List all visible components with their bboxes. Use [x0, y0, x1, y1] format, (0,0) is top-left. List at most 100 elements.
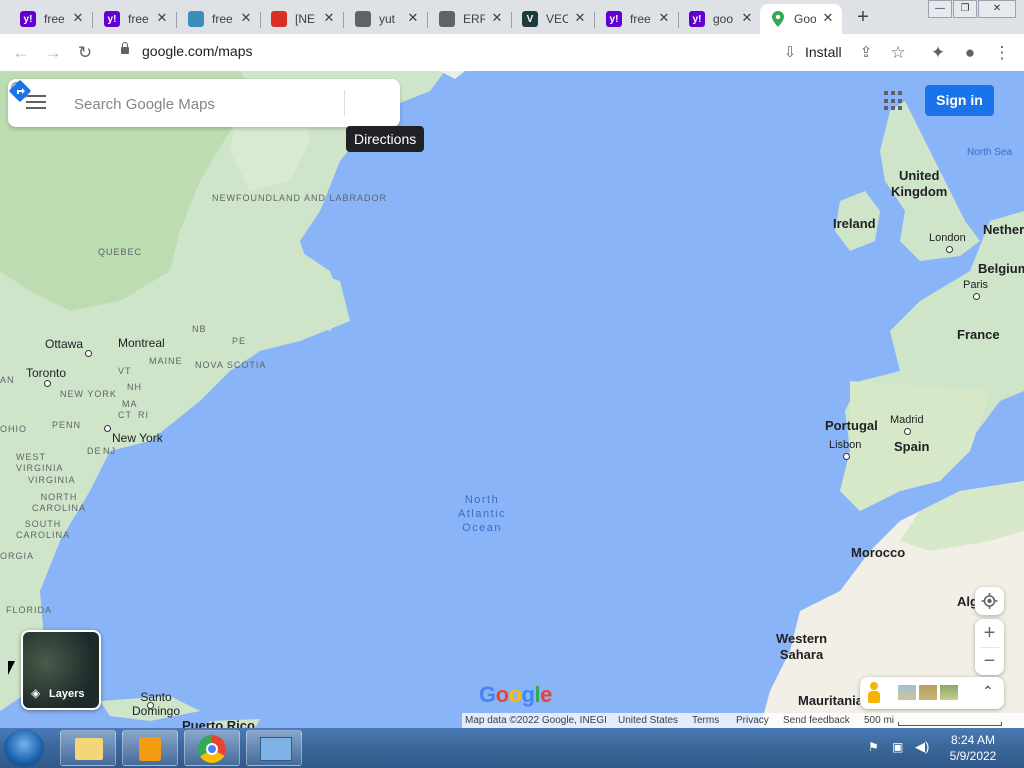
close-tab-icon[interactable]: ✕ — [656, 10, 672, 26]
my-location-button[interactable] — [975, 587, 1004, 615]
terms-link[interactable]: Terms — [692, 713, 719, 728]
region-label: PE — [232, 336, 247, 346]
close-tab-icon[interactable]: ✕ — [572, 10, 588, 26]
tab-title: free — [212, 12, 233, 26]
browser-tab[interactable]: y! free ✕ — [596, 4, 679, 34]
privacy-link[interactable]: Privacy — [736, 713, 769, 728]
vecteezy-favicon-icon: V — [522, 11, 538, 27]
region-label: QUEBEC — [98, 247, 143, 257]
map-canvas[interactable]: NEWFOUNDLAND AND LABRADOR QUEBEC NB PE M… — [0, 71, 1024, 728]
globe-favicon-icon — [355, 11, 371, 27]
system-clock[interactable]: 8:24 AM 5/9/2022 — [942, 732, 1004, 764]
pegman-icon[interactable] — [868, 682, 880, 704]
media-player-taskbar-button[interactable] — [122, 730, 178, 766]
tab-separator — [176, 12, 177, 28]
install-button[interactable]: Install — [805, 44, 842, 60]
browser-tab[interactable]: ERR ✕ — [429, 4, 512, 34]
search-input[interactable] — [72, 91, 296, 117]
search-box — [8, 79, 400, 127]
search-divider — [344, 90, 345, 116]
country-label: Belgium — [978, 261, 1024, 276]
back-icon[interactable]: ← — [10, 42, 32, 64]
country-label: Nether — [983, 222, 1024, 237]
country-label: Morocco — [851, 545, 906, 560]
city-label: Paris — [963, 279, 989, 291]
send-feedback-link[interactable]: Send feedback — [783, 713, 850, 728]
city-label: New York — [112, 431, 163, 445]
explorer-taskbar-button[interactable] — [60, 730, 116, 766]
layers-button[interactable]: ◈ Layers — [21, 630, 101, 710]
tab-title: [NE — [295, 12, 316, 26]
close-tab-icon[interactable]: ✕ — [489, 10, 505, 26]
scale-label[interactable]: 500 mi — [864, 713, 894, 728]
scale-bar — [898, 722, 1002, 726]
close-tab-icon[interactable]: ✕ — [238, 10, 254, 26]
country-label: Spain — [894, 439, 930, 454]
profile-icon[interactable]: ● — [959, 42, 981, 64]
region-label: AN — [0, 375, 15, 385]
region-label: NJ — [103, 446, 116, 456]
layers-icon: ◈ — [31, 686, 41, 700]
city-dot — [904, 428, 911, 435]
browser-tab[interactable]: free ✕ — [178, 4, 261, 34]
close-tab-icon[interactable]: ✕ — [154, 10, 170, 26]
zoom-out-button[interactable]: − — [975, 648, 1004, 675]
close-tab-icon[interactable]: ✕ — [321, 10, 337, 26]
new-tab-button[interactable]: + — [852, 6, 874, 28]
imagery-thumb-icon[interactable] — [898, 685, 916, 700]
start-button-icon[interactable] — [4, 729, 44, 767]
control-panel-icon — [260, 737, 292, 761]
expand-chevron-icon[interactable]: ⌃ — [982, 683, 994, 700]
control-panel-taskbar-button[interactable] — [246, 730, 302, 766]
browser-tab[interactable]: V VEC ✕ — [512, 4, 595, 34]
maximize-button[interactable]: ❐ — [953, 0, 977, 18]
browser-tab[interactable]: y! free ✕ — [10, 4, 93, 34]
volume-icon[interactable]: ◀) — [915, 739, 929, 755]
layers-label: Layers — [49, 688, 85, 700]
region-label: MA — [122, 399, 138, 409]
doc-search-favicon-icon — [188, 11, 204, 27]
browser-tab[interactable]: yut ✕ — [345, 4, 428, 34]
forward-icon[interactable]: → — [42, 42, 64, 64]
clock-date: 5/9/2022 — [949, 749, 997, 763]
reload-icon[interactable]: ↻ — [74, 42, 96, 64]
region-label: NORTH CAROLINA — [32, 492, 87, 513]
minimize-button[interactable]: — — [928, 0, 952, 18]
yahoo-favicon-icon: y! — [20, 11, 36, 27]
browser-tab[interactable]: y! goo ✕ — [679, 4, 761, 34]
yahoo-favicon-icon: y! — [606, 11, 622, 27]
yahoo-favicon-icon: y! — [104, 11, 120, 27]
browser-tab[interactable]: [NE ✕ — [261, 4, 344, 34]
address-bar[interactable]: google.com/maps — [142, 43, 253, 59]
google-maps-favicon-icon — [770, 11, 786, 27]
region-label: MAINE — [149, 356, 183, 366]
install-icon[interactable]: ⇩ — [779, 42, 801, 64]
close-tab-icon[interactable]: ✕ — [405, 10, 421, 26]
sign-in-button[interactable]: Sign in — [925, 85, 994, 116]
city-label: Santo Domingo — [132, 690, 181, 718]
zoom-in-button[interactable]: + — [975, 619, 1004, 647]
apps-grid-icon[interactable] — [884, 91, 904, 111]
imagery-thumb-icon[interactable] — [940, 685, 958, 700]
browser-tab[interactable]: Goo ✕ — [760, 4, 842, 34]
bookmark-star-icon[interactable]: ☆ — [887, 42, 909, 64]
region-label: ORGIA — [0, 551, 35, 561]
network-icon[interactable]: ▣ — [892, 740, 903, 754]
chrome-taskbar-button[interactable] — [184, 730, 240, 766]
directions-icon[interactable] — [8, 79, 32, 103]
share-icon[interactable]: ⇪ — [855, 42, 877, 64]
region-link[interactable]: United States — [618, 713, 678, 728]
extensions-icon[interactable]: ✦ — [927, 42, 949, 64]
menu-kebab-icon[interactable]: ⋮ — [991, 42, 1013, 64]
close-tab-icon[interactable]: ✕ — [70, 10, 86, 26]
country-label: Puerto Rico — [182, 718, 255, 728]
browser-tab[interactable]: y! free ✕ — [94, 4, 177, 34]
imagery-thumb-icon[interactable] — [919, 685, 937, 700]
close-tab-icon[interactable]: ✕ — [820, 10, 836, 26]
region-label: PENN — [52, 420, 82, 430]
close-window-button[interactable]: ✕ — [978, 0, 1016, 18]
close-tab-icon[interactable]: ✕ — [739, 10, 755, 26]
lock-icon[interactable] — [121, 42, 129, 54]
city-label: Montreal — [118, 336, 165, 350]
action-center-icon[interactable]: ⚑ — [868, 740, 879, 754]
